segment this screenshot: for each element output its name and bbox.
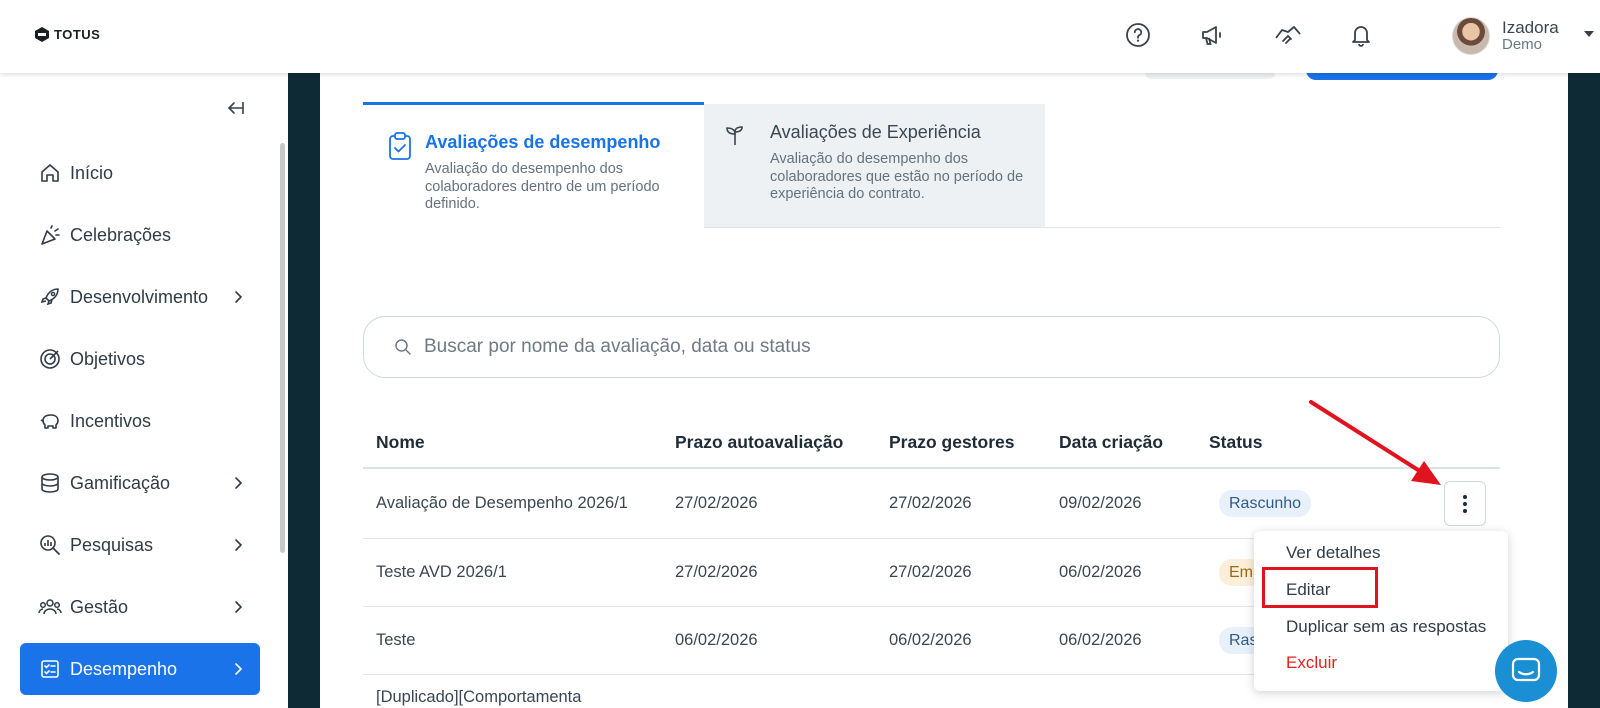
- sidebar-item-label: Desenvolvimento: [70, 286, 209, 307]
- checklist-icon: [38, 657, 62, 681]
- sidebar-item-pesquisas[interactable]: Pesquisas: [20, 519, 260, 571]
- sidebar-item-label: Gestão: [70, 596, 129, 617]
- status-badge: Rascunho: [1219, 490, 1312, 517]
- search-input[interactable]: [424, 336, 1424, 358]
- bell-icon[interactable]: [1346, 20, 1376, 50]
- team-icon: [38, 595, 62, 619]
- logo-text: TOTUS: [54, 27, 101, 42]
- cell-manager-deadline: 06/02/2026: [889, 631, 972, 649]
- sidebar-item-label: Incentivos: [70, 410, 152, 431]
- menu-item-ver-detalhes[interactable]: Ver detalhes: [1286, 543, 1381, 563]
- column-header-prazo-autoavaliacao[interactable]: Prazo autoavaliação: [675, 432, 843, 453]
- sidebar-scrollbar[interactable]: [280, 143, 285, 553]
- search-icon: [395, 339, 411, 355]
- cell-self-deadline: 27/02/2026: [675, 494, 758, 512]
- cell-name: [Duplicado][Comportamenta: [376, 688, 582, 706]
- sidebar-item-incentivos[interactable]: Incentivos: [20, 395, 260, 447]
- cell-self-deadline: 27/02/2026: [675, 563, 758, 581]
- user-role: Demo: [1502, 36, 1543, 54]
- help-icon[interactable]: [1123, 20, 1153, 50]
- coins-icon: [38, 471, 62, 495]
- chat-icon: [1511, 657, 1541, 682]
- sidebar-item-celebracoes[interactable]: Celebrações: [20, 209, 260, 261]
- chat-widget-button[interactable]: [1495, 640, 1557, 702]
- column-header-prazo-gestores[interactable]: Prazo gestores: [889, 432, 1014, 453]
- sidebar-item-desempenho[interactable]: Desempenho: [20, 643, 260, 695]
- totus-logo[interactable]: TOTUS: [34, 26, 100, 43]
- sprout-icon: [726, 126, 743, 145]
- cell-manager-deadline: 27/02/2026: [889, 563, 972, 581]
- sidebar-item-label: Gamificação: [70, 472, 171, 493]
- cell-created: 09/02/2026: [1059, 494, 1142, 512]
- cell-created: 06/02/2026: [1059, 631, 1142, 649]
- caret-down-icon: [1584, 31, 1594, 37]
- clipboard-check-icon: [389, 132, 411, 160]
- row-divider: [363, 538, 1254, 539]
- annotation-highlight-box: [1262, 567, 1378, 608]
- sidebar-item-label: Pesquisas: [70, 534, 154, 555]
- chevron-right-icon: [235, 601, 243, 613]
- row-divider: [363, 606, 1254, 607]
- sidebar-item-label: Celebrações: [70, 224, 172, 245]
- tab-avaliacoes-experiencia[interactable]: Avaliações de Experiência Avaliação do d…: [704, 104, 1045, 228]
- column-header-status[interactable]: Status: [1209, 432, 1262, 453]
- megaphone-icon[interactable]: [1197, 20, 1227, 50]
- sidebar-item-desenvolvimento[interactable]: Desenvolvimento: [20, 271, 260, 323]
- chevron-right-icon: [235, 539, 243, 551]
- search-box[interactable]: [363, 316, 1500, 378]
- tab-description: Avaliação do desempenho dos colaboradore…: [770, 151, 1024, 202]
- piggy-bank-icon: [38, 409, 62, 433]
- menu-item-excluir[interactable]: Excluir: [1286, 653, 1337, 673]
- cell-self-deadline: 06/02/2026: [675, 631, 758, 649]
- cell-created: 06/02/2026: [1059, 563, 1142, 581]
- chevron-right-icon: [235, 477, 243, 489]
- column-header-nome[interactable]: Nome: [376, 432, 425, 453]
- top-bar: TOTUS Izadora Demo: [0, 0, 1600, 73]
- sidebar-item-gestao[interactable]: Gestão: [20, 581, 260, 633]
- tab-avaliacoes-desempenho[interactable]: Avaliações de desempenho Avaliação do de…: [363, 102, 704, 228]
- sidebar-item-inicio[interactable]: Início: [20, 147, 260, 199]
- chevron-right-icon: [235, 291, 243, 303]
- user-menu[interactable]: Izadora Demo: [1452, 17, 1594, 55]
- search-chart-icon: [38, 533, 62, 557]
- menu-item-duplicar[interactable]: Duplicar sem as respostas: [1286, 617, 1486, 637]
- row-divider: [363, 674, 1254, 675]
- logo-mark-icon: [35, 27, 49, 42]
- tab-title: Avaliações de Experiência: [770, 122, 981, 142]
- sidebar-item-gamificacao[interactable]: Gamificação: [20, 457, 260, 509]
- sidebar-item-label: Início: [70, 162, 114, 183]
- annotation-arrow-icon: [1309, 400, 1441, 485]
- cell-name: Avaliação de Desempenho 2026/1: [376, 494, 628, 512]
- cell-manager-deadline: 27/02/2026: [889, 494, 972, 512]
- tabs-divider: [704, 227, 1500, 228]
- chevron-right-icon: [235, 663, 243, 675]
- cell-name: Teste AVD 2026/1: [376, 563, 507, 581]
- row-actions-button[interactable]: [1444, 481, 1486, 526]
- tab-description: Avaliação do desempenho dos colaboradore…: [425, 161, 660, 212]
- more-vertical-icon: [1463, 494, 1467, 513]
- sidebar-item-label: Objetivos: [70, 348, 146, 369]
- sidebar-item-objetivos[interactable]: Objetivos: [20, 333, 260, 385]
- row-actions-menu: Ver detalhes Editar Duplicar sem as resp…: [1254, 531, 1508, 691]
- cell-name: Teste: [376, 631, 416, 649]
- avatar: [1452, 17, 1490, 55]
- user-name: Izadora: [1502, 18, 1559, 38]
- tab-title: Avaliações de desempenho: [425, 132, 661, 152]
- rocket-icon: [38, 285, 62, 309]
- column-header-data-criacao[interactable]: Data criação: [1059, 432, 1163, 453]
- party-icon: [38, 223, 62, 247]
- sidebar-item-label: Desempenho: [70, 658, 178, 679]
- collapse-sidebar-icon[interactable]: [226, 98, 246, 118]
- secondary-button-edge[interactable]: [1145, 73, 1275, 79]
- home-icon: [38, 161, 62, 185]
- target-icon: [38, 347, 62, 371]
- handshake-icon[interactable]: [1273, 20, 1303, 50]
